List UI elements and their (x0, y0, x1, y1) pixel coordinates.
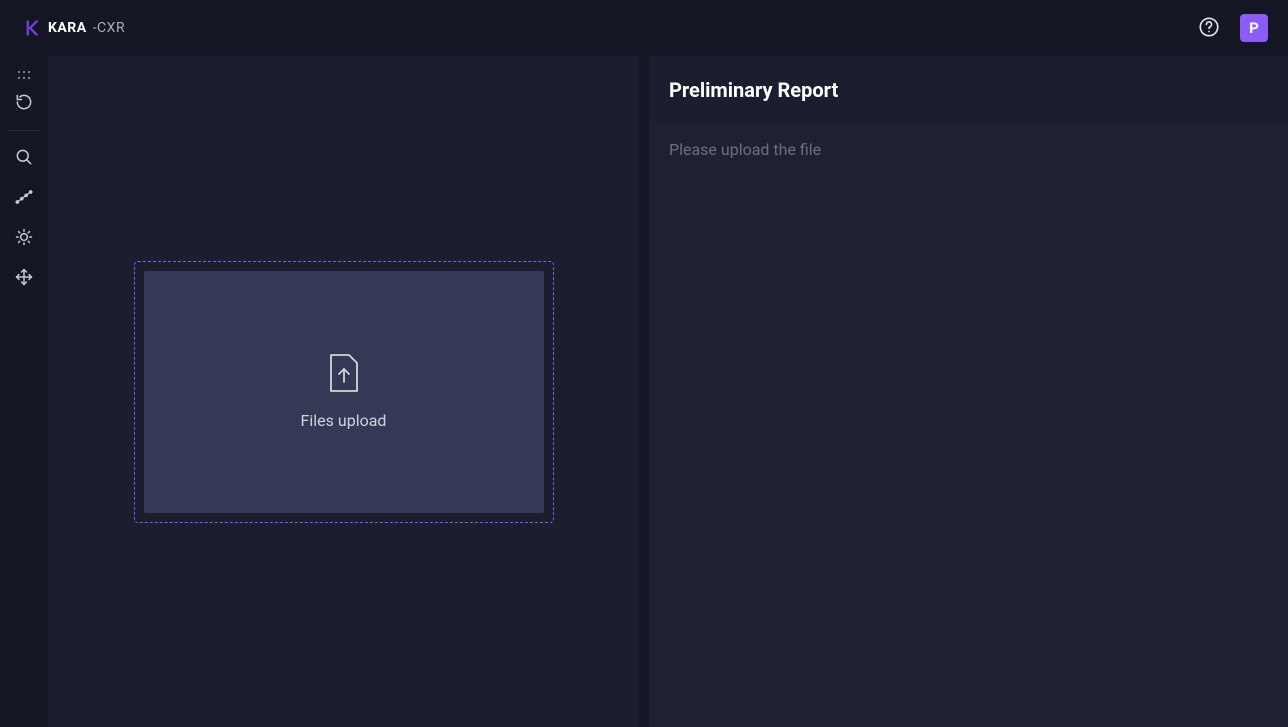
report-pane: Preliminary Report Please upload the fil… (649, 56, 1288, 727)
move-icon (14, 267, 34, 291)
drag-handle-icon (17, 65, 31, 84)
upload-dropzone[interactable]: Files upload (134, 261, 554, 523)
line-tool-button[interactable] (0, 179, 48, 219)
file-upload-icon (327, 353, 361, 397)
zoom-button[interactable] (0, 139, 48, 179)
upload-dropzone-inner[interactable]: Files upload (144, 271, 544, 513)
app-logo: KARA -CXR (24, 19, 125, 37)
logo-mark-icon (24, 19, 42, 37)
user-avatar[interactable]: P (1240, 14, 1268, 42)
report-body: Please upload the file (649, 122, 1288, 727)
workspace: Files upload Preliminary Report Please u… (0, 56, 1288, 727)
undo-button[interactable] (0, 84, 48, 124)
report-title: Preliminary Report (669, 78, 1268, 102)
avatar-initial: P (1249, 19, 1259, 37)
line-icon (14, 187, 34, 211)
drag-handle-button[interactable] (0, 64, 48, 84)
pane-divider[interactable] (639, 56, 649, 727)
report-header: Preliminary Report (649, 56, 1288, 122)
undo-icon (14, 92, 34, 116)
help-icon (1198, 16, 1220, 41)
pan-button[interactable] (0, 259, 48, 299)
search-icon (14, 147, 34, 171)
help-button[interactable] (1198, 16, 1220, 41)
tool-sidebar (0, 56, 48, 727)
upload-label: Files upload (301, 411, 387, 430)
brightness-button[interactable] (0, 219, 48, 259)
report-placeholder-text: Please upload the file (669, 140, 1268, 159)
logo-text: KARA (48, 20, 87, 36)
header-actions: P (1198, 14, 1268, 42)
logo-suffix: -CXR (93, 20, 125, 36)
image-viewer-pane: Files upload (48, 56, 639, 727)
brightness-icon (14, 227, 34, 251)
app-header: KARA -CXR P (0, 0, 1288, 56)
tool-divider (9, 130, 39, 131)
